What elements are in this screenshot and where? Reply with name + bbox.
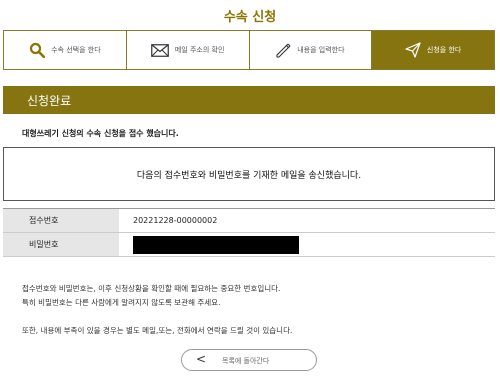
paper-plane-icon: [405, 42, 421, 58]
chevron-left-icon: <: [196, 352, 207, 366]
email-sent-text: 다음의 접수번호와 비밀번호를 기재한 메일을 송신했습니다.: [136, 170, 362, 181]
receipt-number-row: 접수번호 20221228-00000002: [3, 209, 495, 233]
step-confirm-email: 메일 주소의 확인: [127, 31, 250, 69]
description-line: 또한, 내용에 부족이 있을 경우는 별도 메일,또는, 전화에서 연락을 드릴…: [22, 326, 293, 335]
receipt-number-value: 20221228-00000002: [133, 216, 218, 225]
step-submit-application: 신청을 한다: [372, 31, 494, 69]
receipt-info-table: 접수번호 20221228-00000002 비밀번호: [3, 208, 495, 257]
section-title: 신청완료: [3, 86, 495, 114]
completion-notice: 대형쓰레기 신청의 수속 신청을 접수 했습니다.: [22, 129, 179, 138]
step-label: 신청을 한다: [426, 46, 462, 54]
receipt-number-label: 접수번호: [3, 209, 119, 232]
step-label: 내용을 입력한다: [297, 46, 345, 54]
envelope-icon: [151, 43, 169, 57]
page-title: 수속 신청: [223, 10, 277, 25]
step-select-procedure: 수속 선택을 한다: [4, 31, 127, 69]
description-line: 특히 비밀번호는 다른 사람에게 알려지지 않도록 보관해 주세요.: [22, 298, 221, 307]
search-icon: [29, 42, 46, 58]
password-value: [119, 233, 495, 256]
password-row: 비밀번호: [3, 233, 495, 257]
back-to-list-button[interactable]: < 목록에 돌아간다: [181, 349, 317, 371]
step-enter-details: 내용을 입력한다: [250, 31, 373, 69]
step-progress: 수속 선택을 한다 메일 주소의 확인 내용을 입력한다 신청을 한다: [3, 30, 495, 70]
pencil-icon: [276, 43, 291, 58]
step-label: 메일 주소의 확인: [174, 46, 225, 54]
description-line: 접수번호와 비밀번호는, 이후 신청상황을 확인할 때에 필요하는 중요한 번호…: [22, 284, 281, 293]
back-to-list-label: 목록에 돌아간다: [222, 357, 270, 365]
email-sent-message: 다음의 접수번호와 비밀번호를 기재한 메일을 송신했습니다.: [3, 147, 495, 201]
redacted-password: [133, 235, 299, 254]
password-label: 비밀번호: [3, 233, 119, 256]
step-label: 수속 선택을 한다: [51, 46, 101, 54]
